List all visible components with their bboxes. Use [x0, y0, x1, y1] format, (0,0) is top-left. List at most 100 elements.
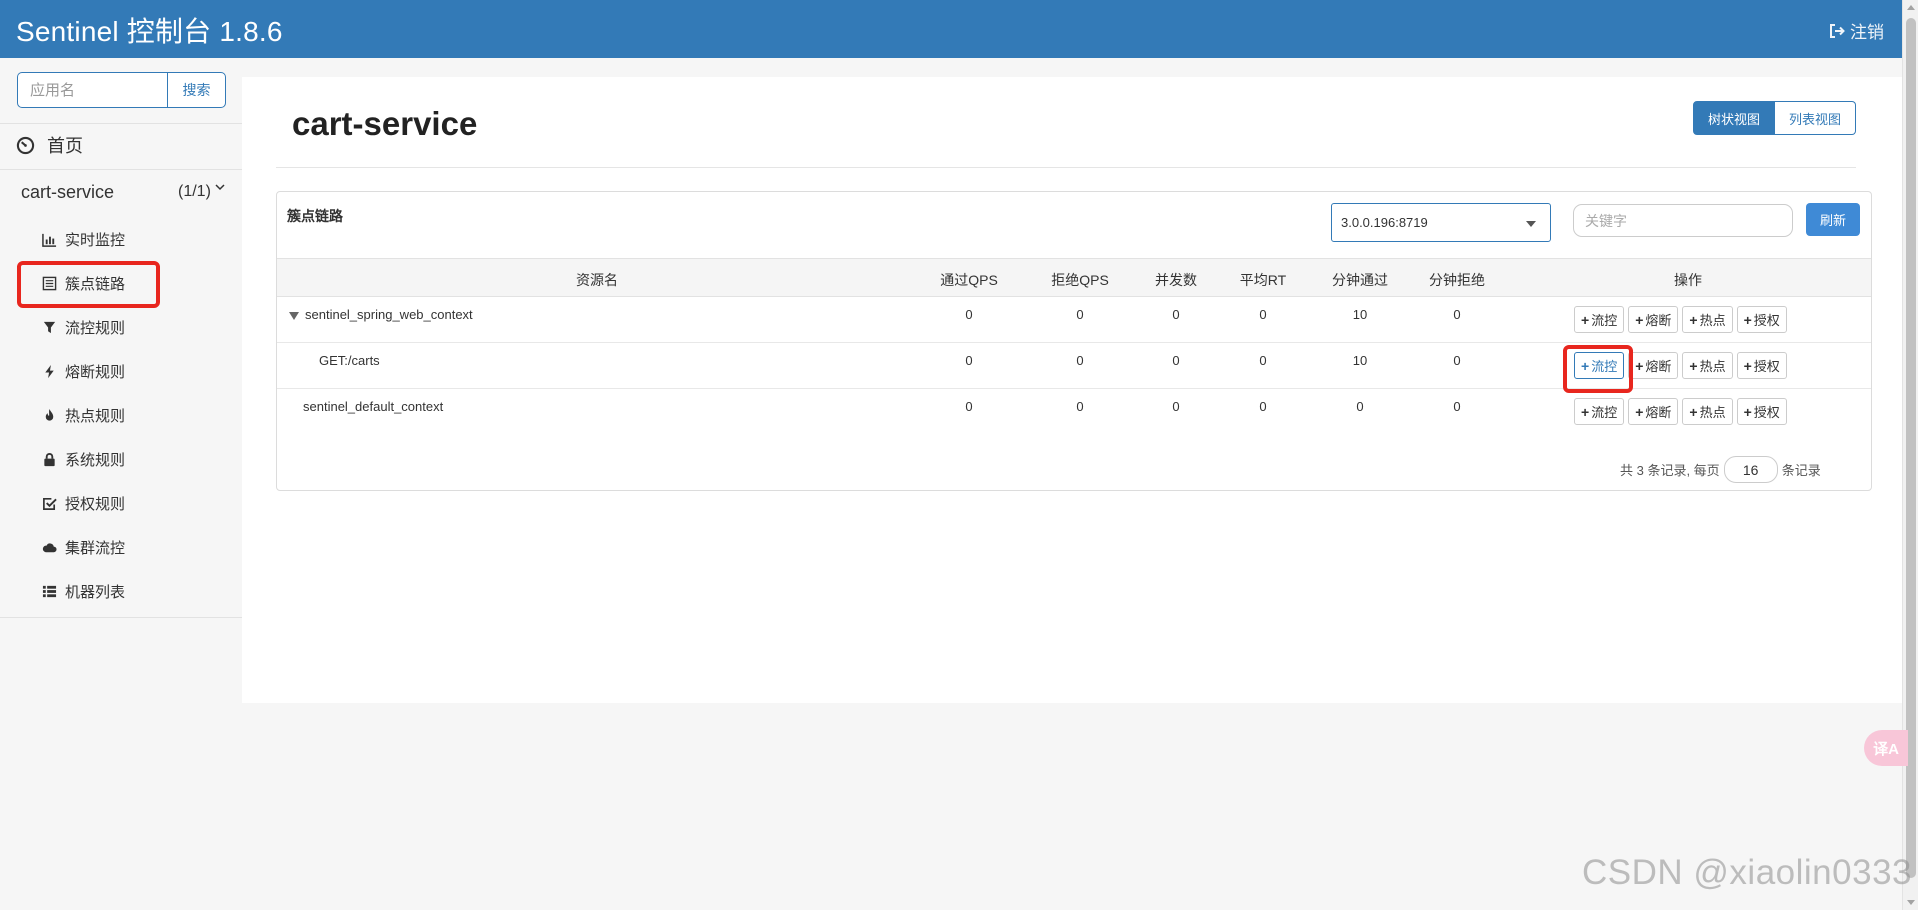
search-button[interactable]: 搜索: [167, 72, 226, 108]
concurrency-cell: 0: [1172, 307, 1180, 322]
sidebar-app-name: cart-service: [21, 181, 115, 202]
plus-icon: +: [1689, 403, 1698, 420]
avg-rt-cell: 0: [1259, 399, 1267, 414]
minute-pass-cell: 10: [1352, 353, 1368, 368]
col-resource-name: 资源名: [576, 272, 618, 288]
refresh-button[interactable]: 刷新: [1806, 203, 1860, 236]
add-degrade-rule-button[interactable]: + 熔断: [1628, 352, 1679, 379]
sidebar-item-system-rules[interactable]: 系统规则: [0, 441, 242, 477]
lock-icon: [41, 451, 57, 467]
sidebar-item-machine-list[interactable]: 机器列表: [0, 573, 242, 609]
add-authority-rule-button[interactable]: + 授权: [1736, 398, 1787, 425]
plus-icon: +: [1581, 403, 1590, 420]
vertical-scrollbar[interactable]: [1902, 0, 1918, 910]
sidebar-item-cluster-flow[interactable]: 集群流控: [0, 529, 242, 565]
add-flow-rule-button[interactable]: + 流控: [1574, 306, 1625, 333]
plus-icon: +: [1635, 403, 1644, 420]
app-brand-title[interactable]: Sentinel 控制台 1.8.6: [16, 10, 283, 50]
minute-block-cell: 0: [1453, 307, 1461, 322]
op-label: 熔断: [1645, 359, 1672, 374]
block-qps-cell: 0: [1076, 399, 1084, 414]
plus-icon: +: [1581, 311, 1590, 328]
fire-icon: [41, 407, 57, 423]
sidebar-item-hotspot-rules[interactable]: 热点规则: [0, 397, 242, 433]
op-label: 热点: [1699, 359, 1726, 374]
minute-block-cell: 0: [1453, 399, 1461, 414]
add-hotspot-rule-button[interactable]: + 热点: [1682, 398, 1733, 425]
highlight-box-sidebar: [17, 261, 160, 308]
main-content: cart-service 树状视图 列表视图 簇点链路 3.0.0.196:87…: [242, 77, 1902, 703]
concurrency-cell: 0: [1172, 399, 1180, 414]
machine-select[interactable]: 3.0.0.196:8719: [1331, 203, 1551, 242]
minute-pass-cell: 0: [1356, 399, 1364, 414]
add-authority-rule-button[interactable]: + 授权: [1736, 352, 1787, 379]
add-degrade-rule-button[interactable]: + 熔断: [1628, 398, 1679, 425]
add-hotspot-rule-button[interactable]: + 热点: [1682, 352, 1733, 379]
translate-icon[interactable]: 译A: [1864, 730, 1908, 766]
sidebar-app-cart-service[interactable]: cart-service (1/1): [0, 172, 242, 212]
list-view-button[interactable]: 列表视图: [1775, 101, 1857, 135]
page-size-input[interactable]: 16: [1723, 456, 1778, 483]
logout-link[interactable]: 注销: [1828, 18, 1884, 43]
bolt-icon: [41, 363, 57, 379]
sidebar-home-label: 首页: [47, 136, 83, 156]
top-navbar: Sentinel 控制台 1.8.6 注销: [0, 0, 1902, 58]
view-toggle: 树状视图 列表视图: [1693, 101, 1857, 135]
sidebar: 搜索 首页 cart-service (1/1) 实时监控 簇点链路 流控规则 …: [0, 58, 242, 618]
plus-icon: +: [1635, 357, 1644, 374]
add-degrade-rule-button[interactable]: + 熔断: [1628, 306, 1679, 333]
op-label: 热点: [1699, 313, 1726, 328]
add-hotspot-rule-button[interactable]: + 热点: [1682, 306, 1733, 333]
avg-rt-cell: 0: [1259, 307, 1267, 322]
cloud-icon: [41, 539, 57, 555]
plus-icon: +: [1689, 357, 1698, 374]
sidebar-item-degrade-rules[interactable]: 熔断规则: [0, 353, 242, 389]
check-square-icon: [41, 495, 57, 511]
op-label: 授权: [1753, 405, 1780, 420]
caret-down-icon: [1526, 221, 1536, 227]
app-search-input[interactable]: [17, 72, 167, 108]
keyword-search-input[interactable]: [1573, 204, 1793, 237]
row-operations: + 流控 + 熔断 + 热点 + 授权: [1574, 306, 1787, 333]
scroll-up-icon[interactable]: [1907, 5, 1915, 10]
scroll-down-icon[interactable]: [1907, 900, 1915, 905]
sidebar-item-realtime-monitor[interactable]: 实时监控: [0, 221, 242, 257]
csdn-watermark: CSDN @xiaolin0333: [1582, 853, 1913, 892]
add-flow-rule-button[interactable]: + 流控: [1574, 398, 1625, 425]
pagination-info: 共 3 条记录, 每页 16 条记录: [1620, 456, 1821, 483]
op-label: 熔断: [1645, 313, 1672, 328]
sidebar-divider: [0, 169, 242, 170]
sidebar-app-count: (1/1): [178, 183, 211, 200]
panel-title: 簇点链路: [287, 208, 343, 224]
expand-triangle-icon[interactable]: [289, 311, 299, 320]
add-authority-rule-button[interactable]: + 授权: [1736, 306, 1787, 333]
machine-select-value: 3.0.0.196:8719: [1341, 215, 1428, 230]
plus-icon: +: [1743, 403, 1752, 420]
col-minute-block: 分钟拒绝: [1429, 272, 1485, 288]
sidebar-item-authority-rules[interactable]: 授权规则: [0, 485, 242, 521]
page-title: cart-service: [292, 105, 478, 142]
sign-out-icon: [1830, 23, 1845, 38]
plus-icon: +: [1635, 311, 1644, 328]
sidebar-item-home[interactable]: 首页: [0, 125, 242, 165]
pager-prefix: 共 3 条记录, 每页: [1620, 463, 1720, 478]
col-minute-pass: 分钟通过: [1332, 272, 1388, 288]
sidebar-item-label: 集群流控: [65, 539, 126, 557]
filter-icon: [41, 319, 57, 335]
pass-qps-cell: 0: [965, 307, 973, 322]
tree-view-button[interactable]: 树状视图: [1693, 101, 1776, 135]
highlight-box-flow-button: [1563, 345, 1633, 393]
resource-name-cell: GET:/carts: [319, 353, 380, 368]
sidebar-item-label: 实时监控: [65, 231, 126, 249]
col-pass-qps: 通过QPS: [940, 272, 998, 288]
bar-chart-icon: [41, 231, 57, 247]
op-label: 授权: [1753, 359, 1780, 374]
sidebar-divider: [0, 617, 242, 618]
table-row: sentinel_spring_web_context 0 0 0 0 10 0…: [277, 297, 1871, 343]
pass-qps-cell: 0: [965, 399, 973, 414]
sidebar-item-flow-rules[interactable]: 流控规则: [0, 309, 242, 345]
plus-icon: +: [1743, 311, 1752, 328]
plus-icon: +: [1689, 311, 1698, 328]
resource-name-cell[interactable]: sentinel_spring_web_context: [289, 307, 473, 322]
table-row: sentinel_default_context 0 0 0 0 0 0 + 流控…: [277, 389, 1871, 435]
